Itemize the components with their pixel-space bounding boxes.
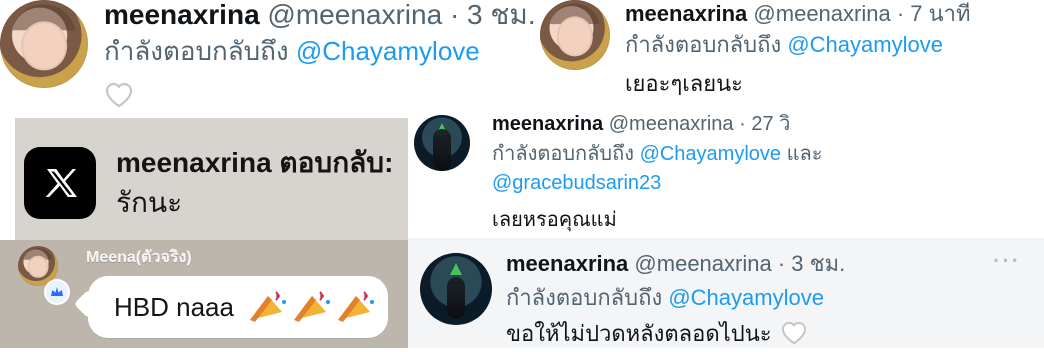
avatar-face bbox=[21, 21, 67, 71]
reply-line-top-left: กำลังตอบกลับถึง @Chayamylove bbox=[104, 34, 480, 68]
author-name[interactable]: meenaxrina bbox=[492, 113, 603, 135]
meta-separator: · bbox=[739, 113, 746, 135]
tweet-text: ขอให้ไม่ปวดหลังตลอดไปนะ bbox=[506, 321, 772, 346]
author-handle[interactable]: @meenaxrina bbox=[753, 1, 890, 26]
reply-line-middle-right-2: @gracebudsarin23 bbox=[492, 170, 661, 196]
tweet-meta-middle-right: meenaxrina @meenaxrina · 27 วิ bbox=[492, 111, 790, 137]
post-time[interactable]: 3 ชม. bbox=[467, 0, 536, 30]
chat-sender: Meena(ตัวจริง) bbox=[86, 249, 192, 266]
avatar-figure bbox=[433, 128, 451, 171]
author-name[interactable]: meenaxrina bbox=[506, 251, 628, 276]
author-handle[interactable]: @meenaxrina bbox=[634, 251, 771, 276]
post-time[interactable]: 7 นาที bbox=[910, 1, 970, 26]
tweet-meta-top-right: meenaxrina @meenaxrina · 7 นาที bbox=[625, 0, 971, 28]
reply-prefix: กำลังตอบกลับถึง bbox=[625, 32, 782, 57]
reply-and: และ bbox=[786, 143, 823, 165]
x-logo-icon bbox=[24, 147, 96, 219]
avatar[interactable] bbox=[414, 115, 470, 171]
author-handle[interactable]: @meenaxrina bbox=[267, 0, 442, 30]
more-options-icon[interactable]: ··· bbox=[993, 250, 1021, 272]
avatar[interactable] bbox=[0, 0, 88, 88]
post-time[interactable]: 3 ชม. bbox=[791, 251, 845, 276]
tweet-text-middle-right: เลยหรอคุณแม่ bbox=[492, 209, 617, 231]
reply-line-middle-right: กำลังตอบกลับถึง @Chayamylove และ bbox=[492, 141, 822, 167]
meta-separator: · bbox=[449, 0, 460, 30]
crown-badge-icon bbox=[46, 281, 68, 303]
author-name[interactable]: meenaxrina bbox=[104, 0, 260, 30]
chat-avatar[interactable] bbox=[18, 246, 58, 286]
tweet-text-top-right: เยอะๆเลยนะ bbox=[625, 71, 744, 96]
green-gem-icon bbox=[450, 263, 462, 276]
reply-mention[interactable]: @Chayamylove bbox=[787, 32, 943, 57]
reply-mention[interactable]: @gracebudsarin23 bbox=[492, 172, 661, 194]
author-handle[interactable]: @meenaxrina bbox=[609, 113, 734, 135]
chat-message-text: HBD naaa bbox=[114, 292, 234, 322]
heart-outline-icon[interactable] bbox=[104, 82, 134, 108]
meta-separator: · bbox=[896, 1, 905, 26]
avatar-face bbox=[556, 16, 594, 56]
reply-line-bottom-right: กำลังตอบกลับถึง @Chayamylove bbox=[506, 284, 824, 312]
avatar-face bbox=[27, 255, 49, 278]
author-name[interactable]: meenaxrina bbox=[625, 1, 747, 26]
meta-separator: · bbox=[777, 251, 786, 276]
tweet-text-bottom-right: ขอให้ไม่ปวดหลังตลอดไปนะ bbox=[506, 320, 808, 352]
avatar[interactable] bbox=[420, 253, 492, 325]
post-time[interactable]: 27 วิ bbox=[751, 113, 790, 135]
party-popper-icon bbox=[248, 286, 384, 326]
reply-mention[interactable]: @Chayamylove bbox=[296, 36, 480, 66]
reply-prefix: กำลังตอบกลับถึง bbox=[104, 36, 289, 66]
avatar-figure bbox=[447, 276, 465, 319]
reply-line-top-right: กำลังตอบกลับถึง @Chayamylove bbox=[625, 31, 943, 59]
notification-title: meenaxrina ตอบกลับ: bbox=[116, 147, 394, 178]
heart-outline-icon[interactable] bbox=[780, 321, 808, 352]
reply-prefix: กำลังตอบกลับถึง bbox=[506, 285, 663, 310]
chat-message-bubble[interactable]: HBD naaa bbox=[88, 276, 388, 338]
tweet-meta-top-left: meenaxrina @meenaxrina · 3 ชม. bbox=[104, 0, 536, 32]
reply-prefix: กำลังตอบกลับถึง bbox=[492, 143, 634, 165]
notification-body: รักนะ bbox=[116, 187, 183, 218]
reply-mention[interactable]: @Chayamylove bbox=[640, 143, 781, 165]
avatar[interactable] bbox=[540, 0, 610, 70]
tweet-meta-bottom-right: meenaxrina @meenaxrina · 3 ชม. bbox=[506, 250, 845, 278]
reply-mention[interactable]: @Chayamylove bbox=[668, 285, 824, 310]
